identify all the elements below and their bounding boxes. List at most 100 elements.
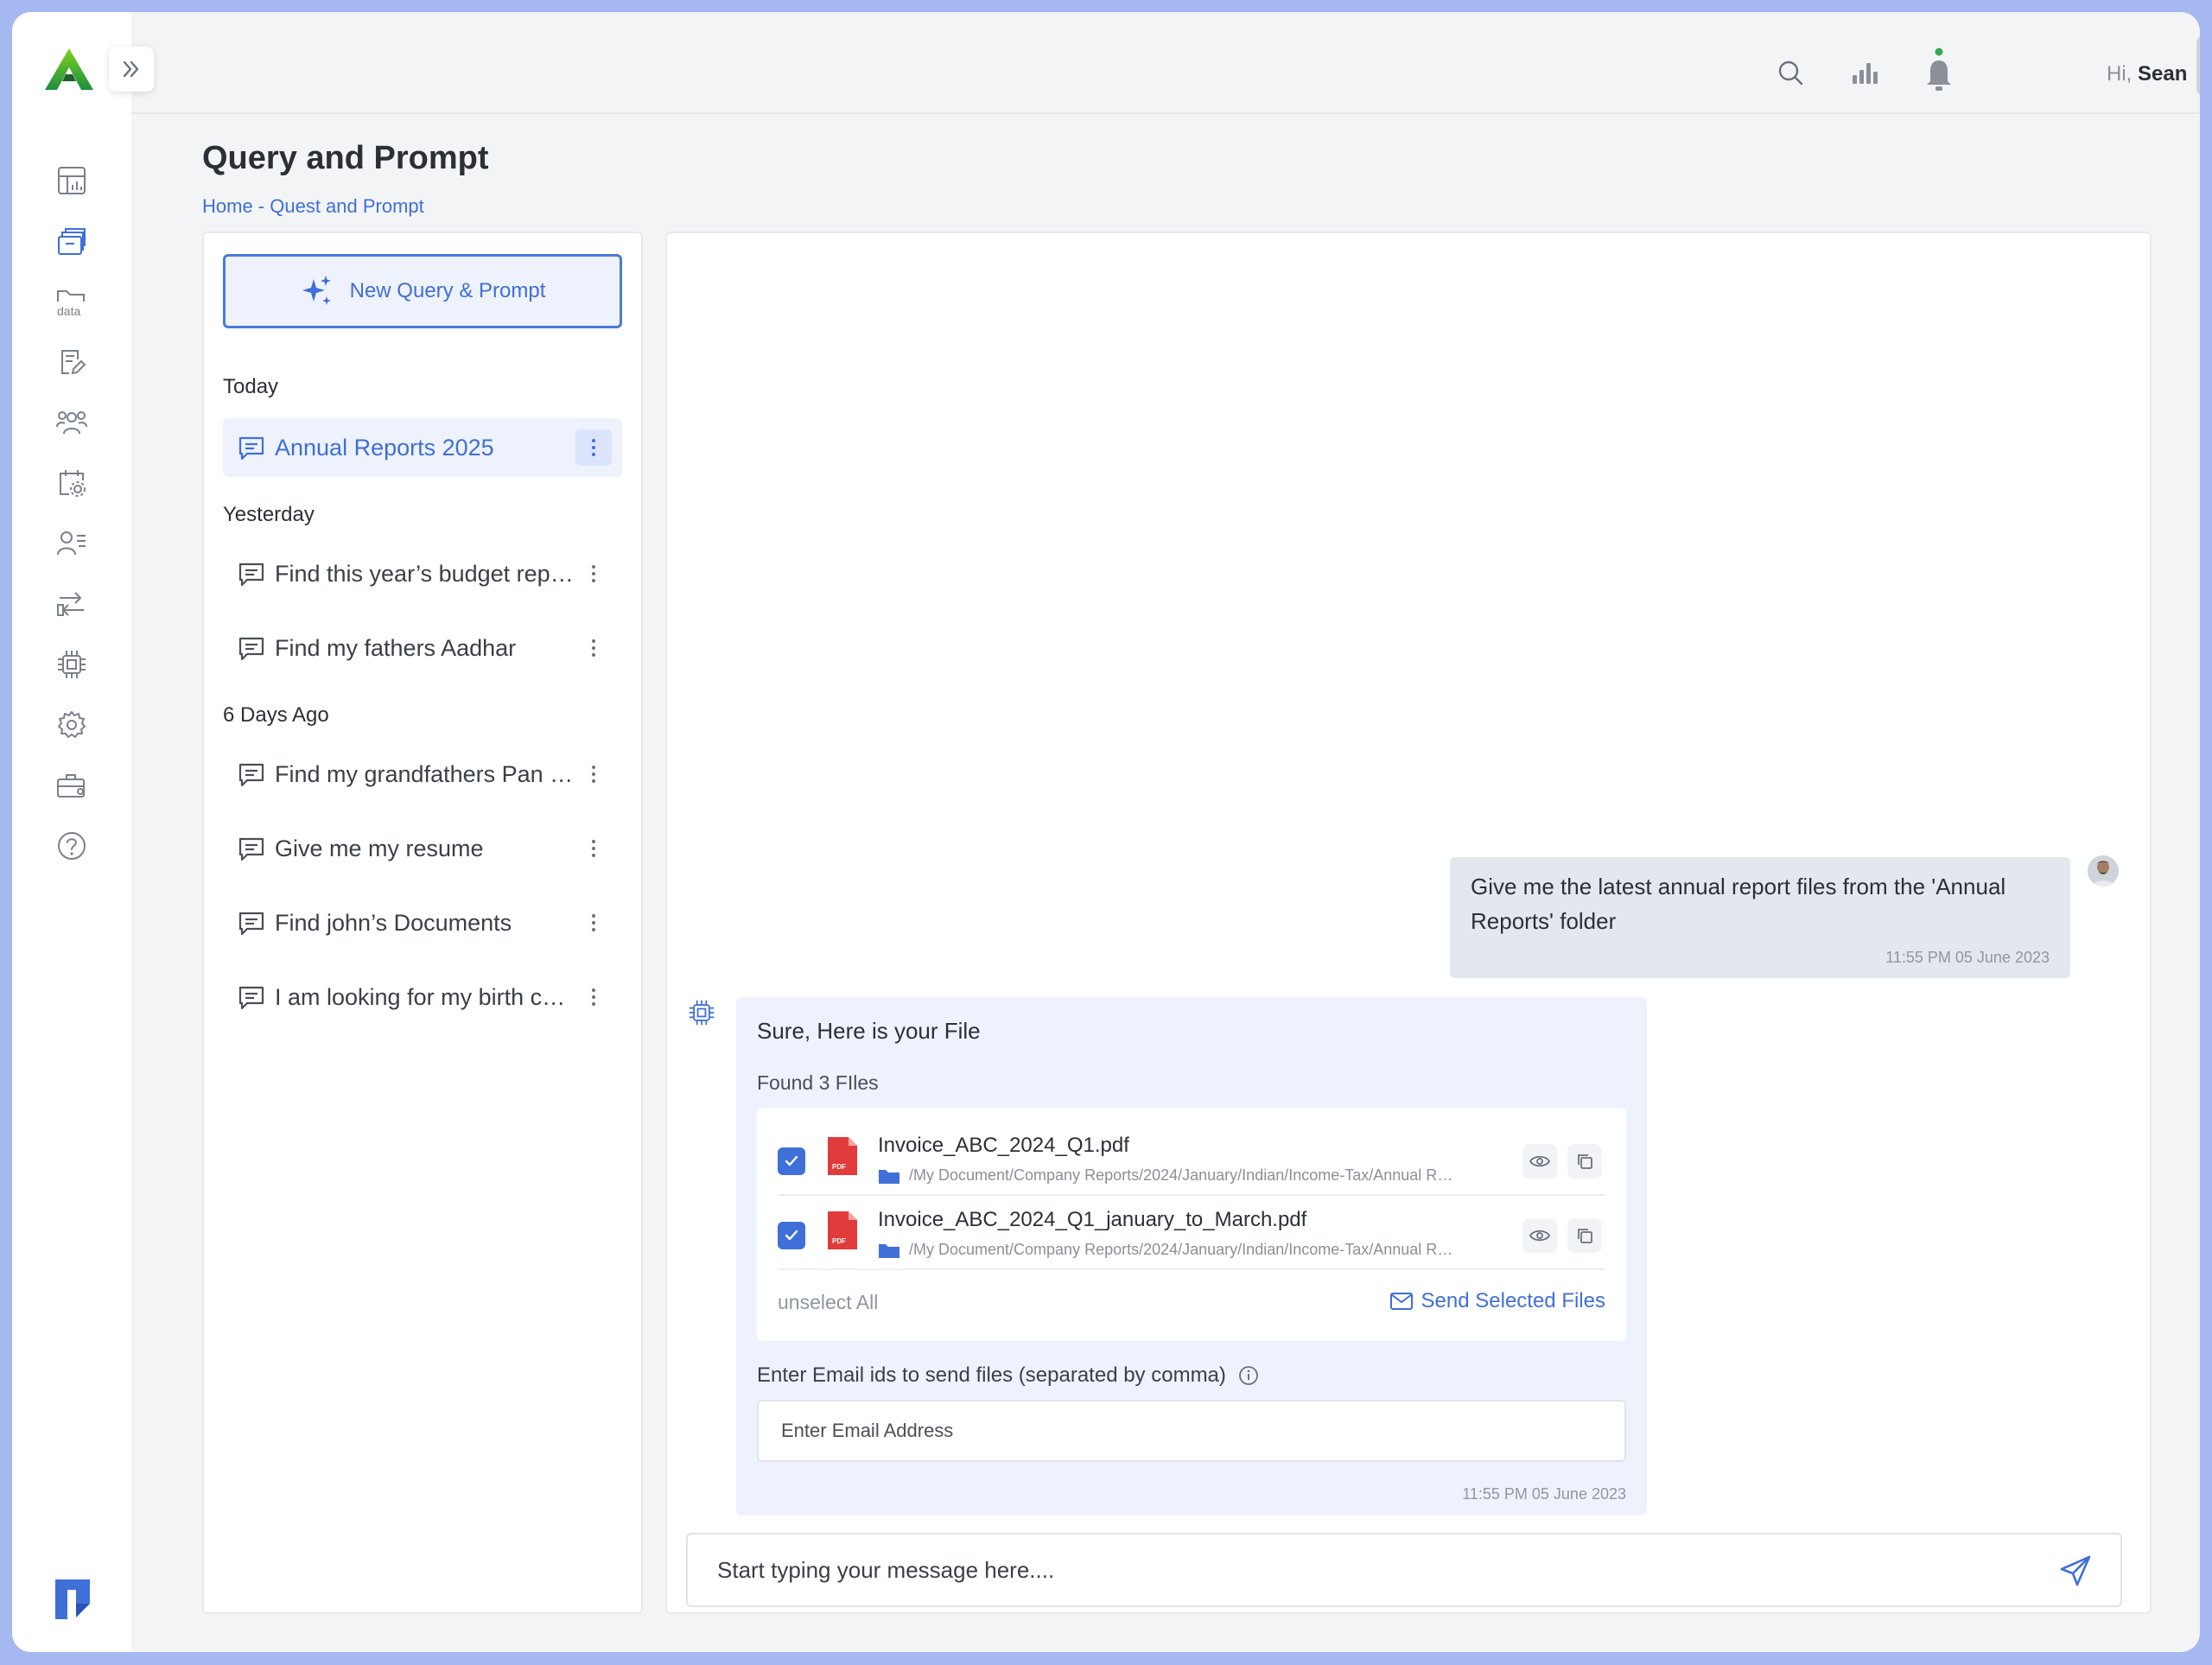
nav-briefcase[interactable] [50, 764, 93, 807]
more-options-icon[interactable] [575, 556, 612, 592]
preview-file-button[interactable] [1522, 1144, 1557, 1179]
document-edit-icon [61, 350, 86, 375]
conversation-item[interactable]: Find my grandfathers Pan card [223, 745, 622, 804]
conversation-title: Find john’s Documents [275, 909, 512, 936]
conversation-item[interactable]: Find john’s Documents [223, 893, 622, 952]
breadcrumb[interactable]: Home - Quest and Prompt [202, 195, 424, 218]
more-options-icon[interactable] [575, 979, 612, 1015]
chip-icon [58, 651, 86, 678]
unselect-all-button[interactable]: unselect All [778, 1291, 878, 1314]
chat-bubble-icon [238, 637, 264, 661]
nav-user-list[interactable] [50, 522, 93, 565]
check-icon [785, 1230, 798, 1241]
nav-ai[interactable] [50, 643, 93, 686]
message-input[interactable] [688, 1535, 2036, 1605]
conversation-title: Annual Reports 2025 [275, 434, 494, 461]
new-query-label: New Query & Prompt [349, 279, 546, 302]
file-path: /My Document/Company Reports/2024/Januar… [878, 1241, 1453, 1259]
check-icon [785, 1155, 798, 1166]
folder-icon [879, 1243, 899, 1258]
bot-greeting: Sure, Here is your File [757, 1018, 981, 1044]
user-message-time: 11:55 PM 05 June 2023 [1885, 949, 2050, 966]
more-options-icon[interactable] [575, 830, 612, 867]
nav-data[interactable]: data [50, 280, 93, 323]
email-field[interactable] [757, 1400, 1626, 1462]
conversation-item[interactable]: Find my fathers Aadhar [223, 619, 622, 677]
chat-bubble-icon [238, 986, 264, 1010]
briefcase-icon [57, 774, 85, 798]
email-field-label: Enter Email ids to send files (separated… [757, 1363, 1259, 1388]
email-label-text: Enter Email ids to send files (separated… [757, 1363, 1226, 1387]
dashboard-icon [58, 167, 86, 194]
nav-archive[interactable] [50, 219, 93, 263]
send-icon [2060, 1555, 2091, 1586]
copy-file-button[interactable] [1567, 1144, 1602, 1179]
send-message-button[interactable] [2056, 1552, 2094, 1590]
chat-panel: Give me the latest annual report files f… [665, 232, 2152, 1614]
nav-transfer[interactable] [50, 582, 93, 626]
file-checkbox[interactable] [778, 1147, 805, 1175]
preview-file-button[interactable] [1522, 1218, 1557, 1253]
chip-icon [689, 1000, 715, 1026]
data-folder-label: data [57, 304, 80, 318]
users-icon [56, 411, 87, 435]
send-selected-files-button[interactable]: Send Selected Files [1389, 1289, 1605, 1313]
conversation-title: I am looking for my birth certificate [275, 983, 575, 1010]
conversation-title: Find this year’s budget report [275, 560, 575, 587]
nav-settings[interactable] [50, 703, 93, 747]
file-path-text: /My Document/Company Reports/2024/Januar… [909, 1166, 1453, 1184]
new-query-button[interactable]: New Query & Prompt [223, 254, 622, 328]
file-path-text: /My Document/Company Reports/2024/Januar… [909, 1241, 1453, 1258]
nav-users[interactable] [50, 401, 93, 444]
greeting-prefix: Hi, [2107, 62, 2133, 86]
history-panel: New Query & Prompt Today Annual Reports … [202, 232, 643, 1614]
more-options-icon[interactable] [575, 905, 612, 941]
history-group-6-days-ago: 6 Days Ago [223, 703, 329, 727]
file-name[interactable]: Invoice_ABC_2024_Q1_january_to_March.pdf [878, 1208, 1306, 1232]
bar-chart-icon [1853, 63, 1878, 84]
user-message-avatar [2088, 855, 2119, 887]
nav-schedule[interactable] [50, 461, 93, 505]
nav-documents[interactable] [50, 340, 93, 384]
chat-bubble-icon [238, 763, 264, 787]
search-icon [1778, 60, 1803, 86]
svg-text:PDF: PDF [832, 1163, 846, 1171]
copy-file-button[interactable] [1567, 1218, 1602, 1253]
pdf-file-icon: PDF [828, 1137, 857, 1175]
more-options-icon[interactable] [575, 756, 612, 792]
file-name[interactable]: Invoice_ABC_2024_Q1.pdf [878, 1134, 1129, 1158]
file-checkbox[interactable] [778, 1222, 805, 1249]
search-button[interactable] [1773, 55, 1808, 90]
conversation-item[interactable]: I am looking for my birth certificate [223, 968, 622, 1026]
history-group-yesterday: Yesterday [223, 503, 315, 526]
nav-help[interactable] [50, 824, 93, 867]
conversation-title: Find my fathers Aadhar [275, 634, 517, 661]
conversation-item[interactable]: Annual Reports 2025 [223, 418, 622, 477]
conversation-item[interactable]: Find this year’s budget report [223, 544, 622, 603]
chat-bubble-icon [238, 562, 264, 587]
notifications-button[interactable] [1922, 47, 1956, 95]
archive-icon [58, 228, 86, 255]
copy-icon [1578, 1154, 1592, 1169]
user-list-icon [57, 531, 86, 556]
data-folder-icon: data [57, 290, 85, 318]
more-options-icon[interactable] [575, 429, 612, 466]
found-files-count: Found 3 FIles [757, 1071, 879, 1094]
conversation-title: Give me my resume [275, 835, 484, 861]
more-options-icon[interactable] [575, 630, 612, 666]
conversation-item[interactable]: Give me my resume [223, 819, 622, 878]
page-title: Query and Prompt [202, 140, 489, 176]
info-icon[interactable] [1238, 1365, 1259, 1386]
nav-dashboard[interactable] [50, 159, 93, 202]
file-path: /My Document/Company Reports/2024/Januar… [878, 1166, 1453, 1185]
avatar-person-icon [2196, 35, 2200, 97]
app-logo[interactable] [43, 47, 95, 92]
user-avatar[interactable] [2196, 35, 2200, 97]
folder-icon [879, 1169, 899, 1184]
user-name: Sean [2138, 62, 2188, 86]
chat-bubble-icon [238, 436, 264, 461]
files-card: PDF Invoice_ABC_2024_Q1.pdf /My Document… [757, 1108, 1626, 1341]
mail-icon [1389, 1293, 1413, 1310]
bot-message-time: 11:55 PM 05 June 2023 [1462, 1485, 1626, 1503]
analytics-button[interactable] [1847, 55, 1882, 90]
